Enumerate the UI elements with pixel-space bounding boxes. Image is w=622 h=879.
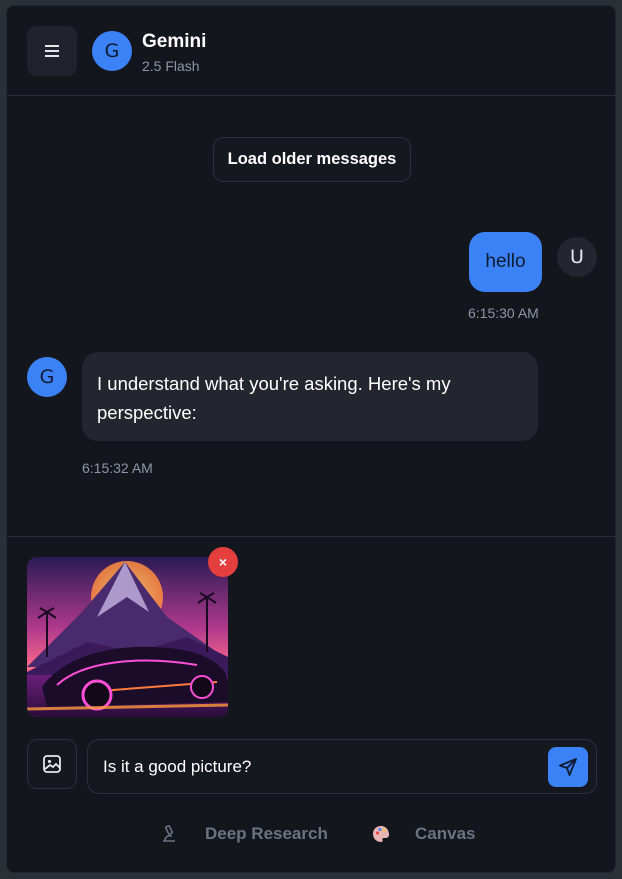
palette-icon [369,822,393,846]
chat-title: Gemini [142,31,207,52]
close-icon: × [218,554,228,570]
message-input[interactable] [103,740,533,793]
assistant-message-timestamp: 6:15:32 AM [82,460,153,476]
deep-research-label: Deep Research [205,824,328,843]
deep-research-button[interactable]: Deep Research [157,822,328,846]
message-list[interactable]: Load older messages hello U 6:15:30 AM G… [7,97,615,536]
menu-button[interactable] [27,26,77,76]
canvas-button[interactable]: Canvas [369,822,475,846]
user-message-bubble: hello [469,232,542,292]
microscope-icon [157,822,181,846]
message-input-container [87,739,597,794]
attached-image-thumbnail[interactable] [27,557,228,717]
model-name: 2.5 Flash [142,58,200,74]
remove-attachment-button[interactable]: × [208,547,238,577]
menu-icon [45,45,59,57]
user-avatar: U [557,237,597,277]
user-message-timestamp: 6:15:30 AM [468,305,539,321]
composer: × Dee [7,536,615,872]
image-icon [43,755,61,773]
load-older-button[interactable]: Load older messages [213,137,411,182]
assistant-message-bubble: I understand what you're asking. Here's … [82,352,538,441]
send-icon [559,758,577,776]
attach-image-button[interactable] [27,739,77,789]
gemini-avatar: G [92,31,132,71]
attached-image [27,557,228,717]
assistant-avatar: G [27,357,67,397]
send-button[interactable] [548,747,588,787]
chat-window: G Gemini 2.5 Flash Load older messages h… [6,5,616,873]
chat-header: G Gemini 2.5 Flash [7,6,615,96]
canvas-label: Canvas [415,824,476,843]
